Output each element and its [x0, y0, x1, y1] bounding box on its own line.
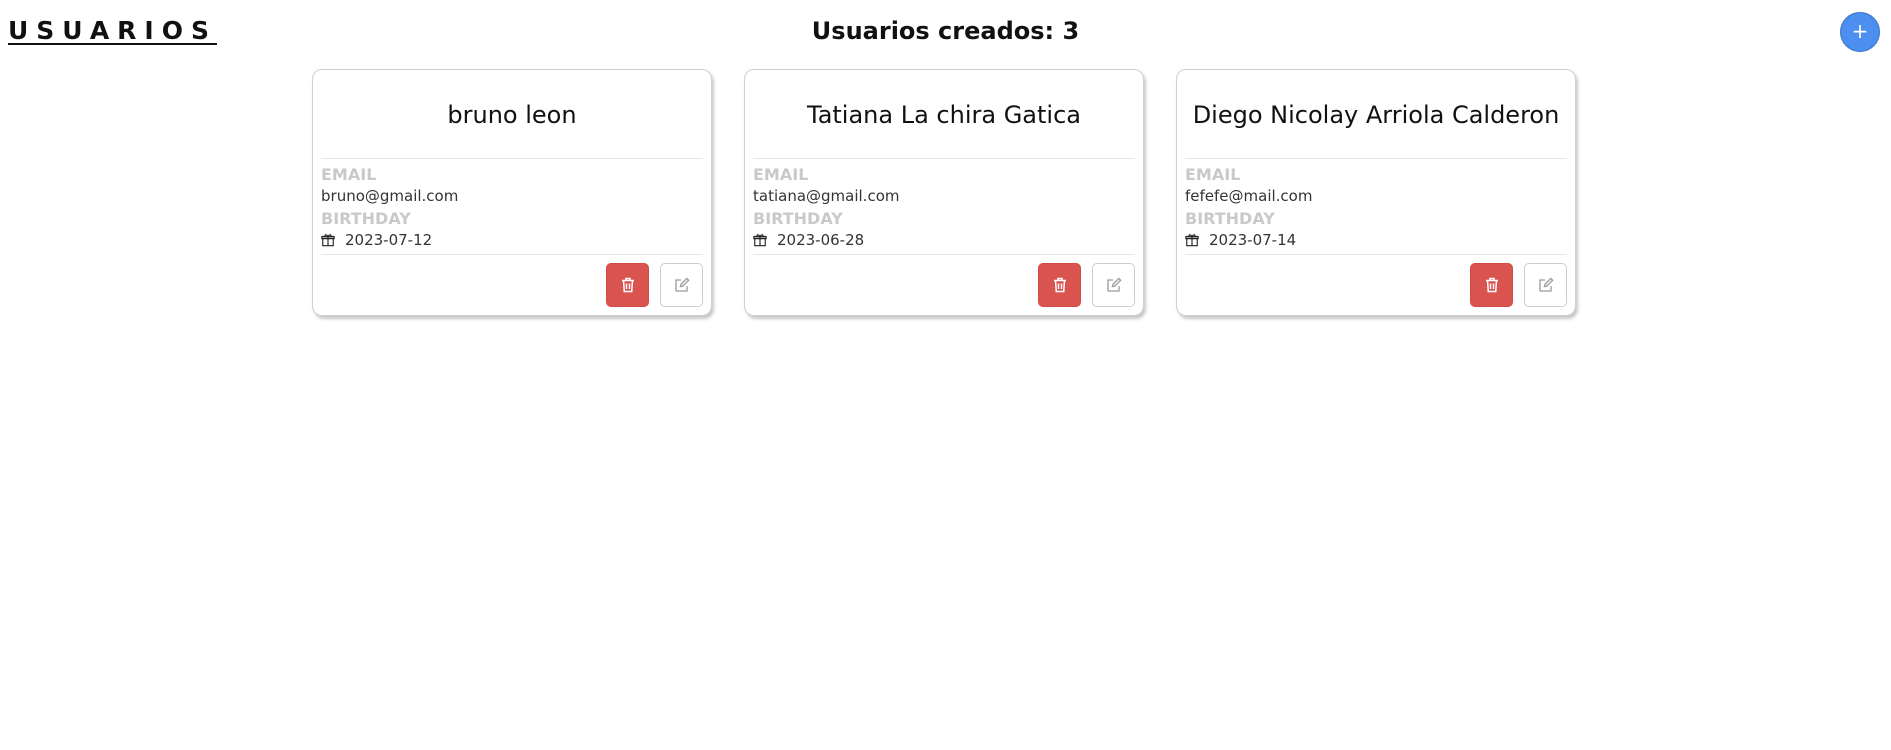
edit-button[interactable] [660, 263, 703, 307]
user-card: Diego Nicolay Arriola Calderon EMAIL fef… [1176, 69, 1576, 316]
user-card: bruno leon EMAIL bruno@gmail.com BIRTHDA… [312, 69, 712, 316]
user-cards: bruno leon EMAIL bruno@gmail.com BIRTHDA… [312, 69, 1576, 316]
card-actions [1470, 263, 1567, 307]
trash-icon [1053, 277, 1066, 293]
user-birthday: 2023-06-28 [777, 231, 865, 249]
user-name: Diego Nicolay Arriola Calderon [1192, 101, 1560, 129]
birthday-row: 2023-07-12 [321, 229, 703, 251]
email-label: EMAIL [753, 165, 809, 184]
card-actions [606, 263, 703, 307]
birthday-row: 2023-07-14 [1185, 229, 1567, 251]
users-page: USUARIOS Usuarios creados: 3 + bruno leo… [0, 0, 1891, 750]
user-details: EMAIL fefefe@mail.com BIRTHDAY 2023-07-1… [1177, 159, 1575, 254]
gift-icon [1185, 234, 1199, 247]
email-label: EMAIL [1185, 165, 1241, 184]
user-email: tatiana@gmail.com [753, 187, 900, 205]
birthday-row: 2023-06-28 [753, 229, 1135, 251]
users-count-title: Usuarios creados: 3 [811, 17, 1080, 45]
edit-icon [674, 277, 690, 292]
delete-button[interactable] [1038, 263, 1081, 307]
user-name: bruno leon [447, 101, 577, 129]
user-details: EMAIL bruno@gmail.com BIRTHDAY 2023-07-1… [313, 159, 711, 254]
user-card: Tatiana La chira Gatica EMAIL tatiana@gm… [744, 69, 1144, 316]
trash-icon [1485, 277, 1498, 293]
user-name: Tatiana La chira Gatica [807, 101, 1081, 129]
header: USUARIOS Usuarios creados: 3 + [0, 0, 1891, 64]
edit-icon [1106, 277, 1122, 292]
birthday-label: BIRTHDAY [753, 209, 843, 228]
card-actions [1038, 263, 1135, 307]
divider [1185, 254, 1567, 255]
user-email: bruno@gmail.com [321, 187, 459, 205]
edit-button[interactable] [1092, 263, 1135, 307]
user-email: fefefe@mail.com [1185, 187, 1313, 205]
divider [321, 254, 703, 255]
divider [753, 254, 1135, 255]
trash-icon [621, 277, 634, 293]
user-birthday: 2023-07-12 [345, 231, 433, 249]
gift-icon [321, 234, 335, 247]
delete-button[interactable] [1470, 263, 1513, 307]
add-user-button[interactable]: + [1840, 12, 1880, 52]
user-details: EMAIL tatiana@gmail.com BIRTHDAY 2023-06… [745, 159, 1143, 254]
edit-button[interactable] [1524, 263, 1567, 307]
email-label: EMAIL [321, 165, 377, 184]
gift-icon [753, 234, 767, 247]
edit-icon [1538, 277, 1554, 292]
birthday-label: BIRTHDAY [321, 209, 411, 228]
user-birthday: 2023-07-14 [1209, 231, 1297, 249]
birthday-label: BIRTHDAY [1185, 209, 1275, 228]
delete-button[interactable] [606, 263, 649, 307]
